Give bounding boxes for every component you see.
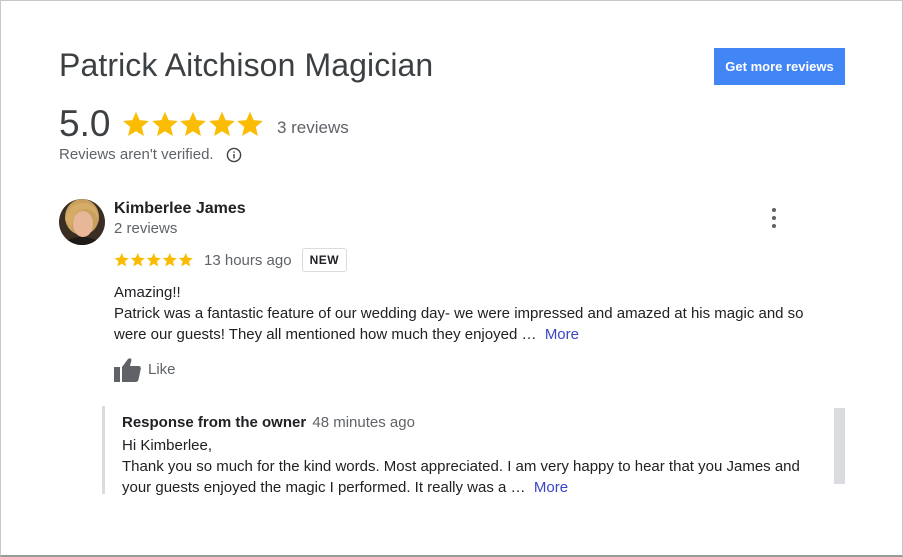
review-time: 13 hours ago xyxy=(204,251,292,269)
review-line: Amazing!! xyxy=(114,284,181,301)
reviewer-name[interactable]: Kimberlee James xyxy=(114,200,246,218)
review-panel: Patrick Aitchison Magician Get more revi… xyxy=(0,0,903,557)
star-icon xyxy=(209,111,235,137)
new-badge: NEW xyxy=(301,248,348,272)
response-line: Hi Kimberlee, xyxy=(122,437,213,454)
like-button[interactable]: Like xyxy=(114,357,176,382)
response-line-last: your guests enjoyed the magic I performe… xyxy=(122,477,822,498)
response-more-link[interactable]: More xyxy=(534,479,568,496)
star-icon xyxy=(237,111,264,137)
thumb-up-icon xyxy=(114,358,141,382)
verification-note: Reviews aren't verified. xyxy=(59,146,242,163)
menu-dot xyxy=(772,224,776,228)
star-icon xyxy=(146,253,161,267)
avatar-photo xyxy=(59,199,105,245)
business-title: Patrick Aitchison Magician xyxy=(59,47,434,83)
get-more-reviews-button[interactable]: Get more reviews xyxy=(714,48,845,85)
review-line: Patrick was a fantastic feature of our w… xyxy=(114,305,804,322)
scrollbar-thumb[interactable] xyxy=(834,408,845,484)
review-stars xyxy=(114,252,194,268)
star-icon xyxy=(152,111,178,137)
review-line: were our guests! They all mentioned how … xyxy=(114,326,537,343)
star-icon xyxy=(130,253,145,267)
review-line-last: were our guests! They all mentioned how … xyxy=(114,324,834,345)
average-stars xyxy=(122,110,265,138)
response-header: Response from the owner 48 minutes ago xyxy=(122,414,415,431)
more-vert-icon[interactable] xyxy=(765,206,783,230)
owner-response: Response from the owner 48 minutes ago H… xyxy=(102,406,802,496)
star-icon xyxy=(180,111,207,137)
response-time: 48 minutes ago xyxy=(312,414,415,431)
review-meta: 13 hours ago NEW xyxy=(114,248,348,272)
response-text: Hi Kimberlee, Thank you so much for the … xyxy=(122,435,822,498)
info-icon[interactable] xyxy=(226,147,242,163)
response-owner-label: Response from the owner xyxy=(122,414,307,431)
star-icon xyxy=(178,253,193,267)
review-count: 3 reviews xyxy=(276,118,349,137)
not-verified-text: Reviews aren't verified. xyxy=(59,146,214,163)
reviewer-avatar[interactable] xyxy=(59,199,105,245)
star-icon xyxy=(123,111,150,137)
star-icon xyxy=(162,253,177,267)
reviewer-review-count: 2 reviews xyxy=(114,220,178,237)
response-line: your guests enjoyed the magic I performe… xyxy=(122,479,526,496)
review-text: Amazing!! Patrick was a fantastic featur… xyxy=(114,282,834,345)
average-rating: 5.0 xyxy=(59,103,111,144)
response-line: Thank you so much for the kind words. Mo… xyxy=(122,458,800,475)
menu-dot xyxy=(772,216,776,220)
like-label: Like xyxy=(148,361,176,378)
review-more-link[interactable]: More xyxy=(545,326,579,343)
star-icon xyxy=(114,253,129,267)
rating-summary: 5.0 3 reviews xyxy=(59,103,349,145)
menu-dot xyxy=(772,208,776,212)
